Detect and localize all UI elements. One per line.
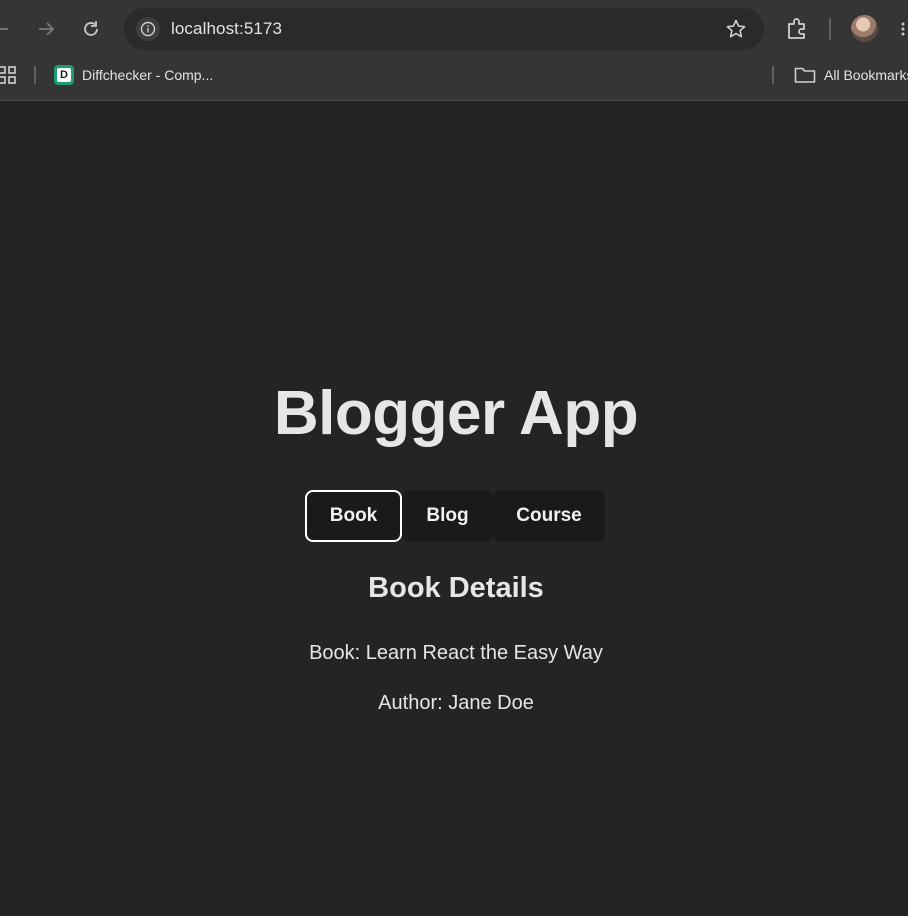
category-tabs: Book Blog Course <box>305 490 605 542</box>
avatar[interactable] <box>851 15 878 42</box>
menu-dots-icon[interactable] <box>900 22 906 36</box>
browser-toolbar: localhost:5173 <box>0 0 908 58</box>
bookmarks-divider-right <box>772 66 774 84</box>
browser-chrome: localhost:5173 D Diffchecker - Comp... A… <box>0 0 908 101</box>
apps-grid-icon[interactable] <box>0 66 16 84</box>
tab-book[interactable]: Book <box>305 490 402 542</box>
tab-course[interactable]: Course <box>493 490 605 542</box>
forward-button[interactable] <box>29 12 63 46</box>
address-bar[interactable]: localhost:5173 <box>124 8 764 50</box>
forward-arrow-icon <box>39 22 55 36</box>
back-arrow-icon <box>0 23 8 35</box>
folder-icon <box>794 67 816 83</box>
author-text: Author: Jane Doe <box>378 692 534 714</box>
reload-button[interactable] <box>74 12 108 46</box>
bookmark-diffchecker[interactable]: D Diffchecker - Comp... <box>54 64 213 86</box>
bookmark-label: Diffchecker - Comp... <box>82 67 214 83</box>
bookmarks-bar: D Diffchecker - Comp... All Bookmarks <box>0 58 908 92</box>
url-text[interactable]: localhost:5173 <box>171 19 282 39</box>
app-page: Blogger App Book Blog Course Book Detail… <box>0 101 908 916</box>
star-icon[interactable] <box>725 18 747 40</box>
book-name-text: Book: Learn React the Easy Way <box>309 642 603 664</box>
reload-icon <box>84 21 98 36</box>
site-info-button[interactable] <box>136 17 160 41</box>
bookmarks-divider <box>34 66 36 84</box>
info-icon <box>140 21 156 37</box>
section-title: Book Details <box>368 572 544 604</box>
diffchecker-favicon-icon: D <box>54 65 74 85</box>
all-bookmarks-button[interactable]: All Bookmarks <box>794 64 908 86</box>
toolbar-divider <box>829 18 831 40</box>
back-button[interactable] <box>0 12 18 46</box>
tab-blog[interactable]: Blog <box>402 490 493 542</box>
all-bookmarks-label: All Bookmarks <box>824 67 908 83</box>
extensions-icon[interactable] <box>784 16 810 42</box>
page-title: Blogger App <box>273 379 639 448</box>
